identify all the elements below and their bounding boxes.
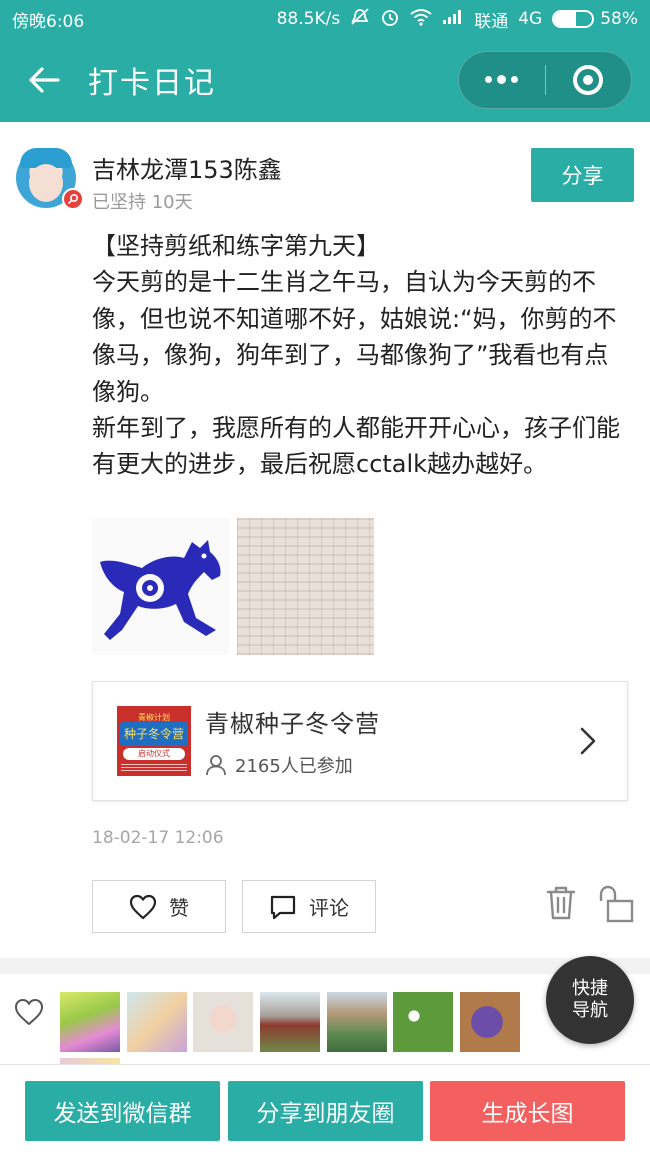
bottom-action-bar: 发送到微信群 分享到朋友圈 生成长图 [0,1064,650,1156]
send-to-wechat-group-button[interactable]: 发送到微信群 [25,1081,220,1141]
liker-avatar[interactable] [60,992,120,1052]
camp-card[interactable]: 青椒计划 种子冬令营 启动仪式 青椒种子冬令营 2165人已参加 [92,681,628,801]
status-bar: 傍晚6:06 88.5K/s 联通 4G 58% [0,0,650,38]
liker-avatar[interactable] [193,992,253,1052]
female-badge-icon [62,188,84,210]
network-speed: 88.5K/s [276,9,341,29]
streak-days: 已坚持 10天 [92,192,193,213]
username[interactable]: 吉林龙潭153陈鑫 [92,150,282,185]
paper-cut-horse-image[interactable] [92,518,229,655]
app-bar: 打卡日记 [0,38,650,122]
liker-avatar[interactable] [127,992,187,1052]
camp-name: 青椒种子冬令营 [205,710,380,738]
quick-nav-line1: 快捷 [572,978,608,999]
target-icon [573,65,604,95]
signal-icon [442,9,464,29]
battery: 58% [552,9,638,29]
liker-avatar[interactable] [327,992,387,1052]
poster-main-text: 种子冬令营 [120,722,188,746]
battery-icon [552,10,595,28]
carrier: 联通 [474,11,509,32]
quick-nav-line2: 导航 [572,1000,608,1021]
more-button[interactable] [459,52,545,108]
poster-fine-print [121,763,187,771]
comment-icon [270,895,296,919]
battery-percent: 58% [600,9,638,29]
liker-avatar[interactable] [260,992,320,1052]
liker-avatar[interactable] [393,992,453,1052]
section-divider [0,958,650,974]
network-type: 4G [518,9,543,29]
camp-participants: 2165人已参加 [205,752,353,778]
post-content: 【坚持剪纸和练字第九天】 今天剪的是十二生肖之午马，自认为今天剪的不像，但也说不… [92,228,632,483]
avatar[interactable] [16,148,84,210]
back-arrow-icon [29,67,60,93]
wifi-icon [410,8,432,30]
person-icon [206,755,226,776]
liker-avatar[interactable] [460,992,520,1052]
comment-button[interactable]: 评论 [242,880,376,933]
likes-heart-icon [15,999,43,1025]
camp-poster: 青椒计划 种子冬令营 启动仪式 [117,706,191,776]
trash-icon[interactable] [545,885,577,921]
back-button[interactable] [0,38,88,122]
mute-icon [350,8,370,30]
alarm-icon [380,7,400,31]
battery-fill [554,12,577,26]
post-paragraph: 新年到了，我愿所有的人都能开开心心，孩子们能有更大的进步，最后祝愿cctalk越… [92,414,620,479]
post-images [92,518,374,655]
avatar-face [29,164,63,202]
generate-long-image-button[interactable]: 生成长图 [430,1081,625,1141]
post-timestamp: 18-02-17 12:06 [92,828,224,848]
heart-icon [129,894,157,919]
like-button[interactable]: 赞 [92,880,226,933]
page-title: 打卡日记 [88,66,216,101]
post-paragraph: 今天剪的是十二生肖之午马，自认为今天剪的不像，但也说不知道哪不好，姑娘说:“妈，… [92,268,617,406]
more-dots-icon [485,75,519,84]
post-paragraph: 【坚持剪纸和练字第九天】 [92,232,380,260]
poster-sub-text: 启动仪式 [123,748,185,760]
status-time: 傍晚6:06 [12,11,85,32]
participants-count: 2165人已参加 [235,756,353,777]
close-miniprogram-button[interactable] [546,52,632,108]
like-label: 赞 [169,896,189,920]
share-button[interactable]: 分享 [531,148,634,202]
quick-nav-button[interactable]: 快捷 导航 [546,956,634,1044]
unlock-icon[interactable] [598,885,636,923]
chevron-right-icon [580,727,596,755]
share-to-moments-button[interactable]: 分享到朋友圈 [228,1081,423,1141]
status-right: 88.5K/s 联通 4G 58% [277,7,638,32]
comment-label: 评论 [309,896,349,920]
calligraphy-practice-image[interactable] [237,518,374,655]
miniprogram-capsule [458,51,632,109]
